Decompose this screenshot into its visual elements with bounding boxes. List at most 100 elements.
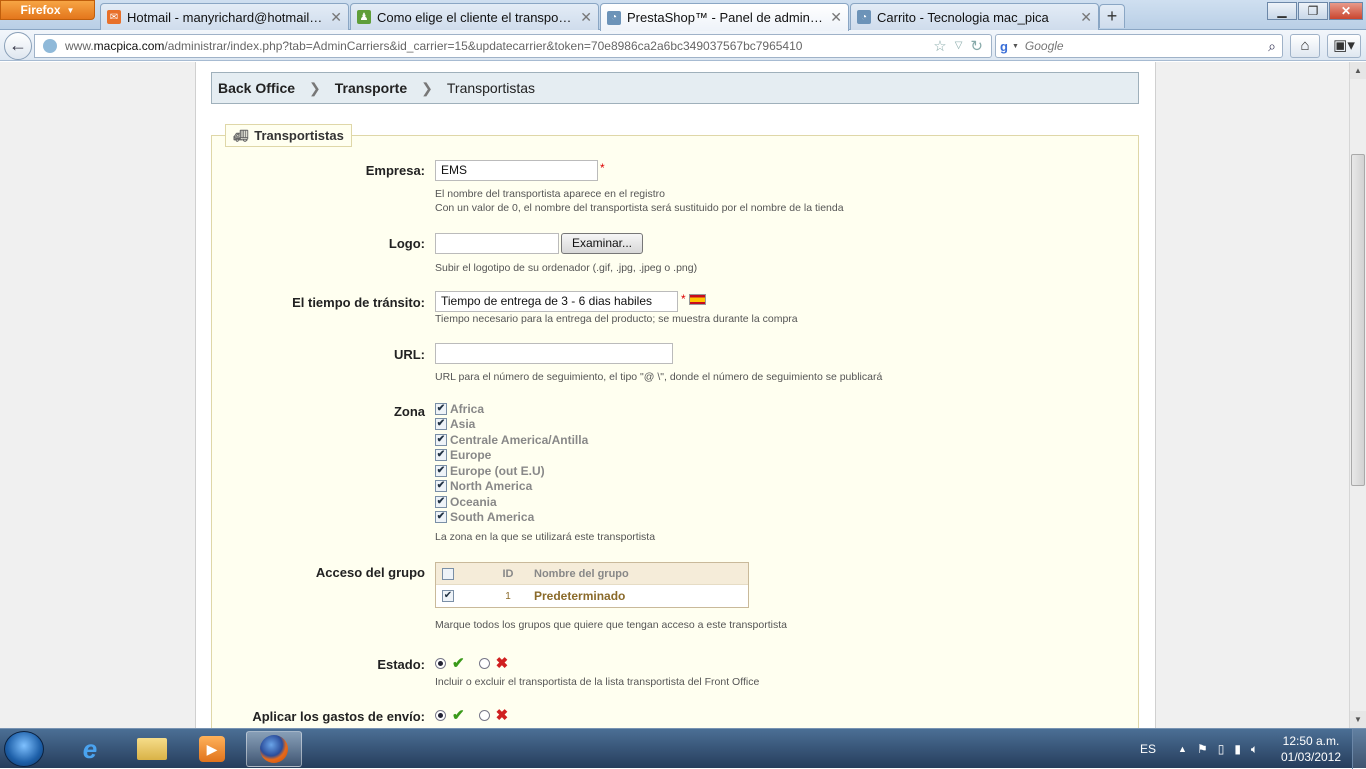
checkbox-checked[interactable]: ✔ bbox=[435, 480, 447, 492]
zone-north-america[interactable]: ✔ North America bbox=[435, 479, 532, 493]
zone-europe-out-eu[interactable]: ✔ Europe (out E.U) bbox=[435, 464, 545, 478]
checkbox-checked[interactable]: ✔ bbox=[435, 465, 447, 477]
url-host: macpica.com bbox=[93, 39, 165, 53]
select-all-checkbox[interactable] bbox=[442, 567, 454, 580]
folder-icon bbox=[137, 738, 167, 760]
taskbar-explorer[interactable] bbox=[124, 731, 180, 767]
start-button[interactable] bbox=[4, 731, 44, 767]
tracking-url-input[interactable] bbox=[435, 343, 673, 364]
close-icon[interactable]: ✕ bbox=[580, 9, 592, 26]
chevron-down-icon: ▼ bbox=[66, 5, 75, 15]
taskbar-media-player[interactable]: ▶ bbox=[184, 731, 240, 767]
estado-enabled-radio[interactable] bbox=[435, 657, 446, 669]
group-checkbox[interactable]: ✔ bbox=[442, 590, 454, 602]
shipping-fees-no-radio[interactable] bbox=[478, 709, 490, 721]
zone-label: Centrale America/Antilla bbox=[450, 433, 589, 447]
zone-label: North America bbox=[450, 479, 533, 493]
google-search-engine-icon[interactable]: g bbox=[1000, 39, 1008, 54]
tab-title: PrestaShop™ - Panel de administración bbox=[627, 10, 824, 25]
fieldset-legend: 🚚︎ Transportistas bbox=[225, 124, 352, 147]
zone-asia[interactable]: ✔ Asia bbox=[435, 417, 475, 431]
cart-icon: ◔ bbox=[857, 10, 871, 24]
close-window-button[interactable]: ✕ bbox=[1329, 2, 1363, 20]
tab-hotmail[interactable]: ✉ Hotmail - manyrichard@hotmail.com ✕ bbox=[100, 3, 349, 30]
back-button[interactable]: ← bbox=[4, 32, 32, 60]
clock-date: 01/03/2012 bbox=[1280, 750, 1342, 764]
language-indicator[interactable]: ES bbox=[1140, 742, 1156, 756]
estado-label: Estado: bbox=[377, 657, 425, 672]
minimize-button[interactable]: ▁ bbox=[1267, 2, 1297, 20]
checkbox-checked[interactable]: ✔ bbox=[435, 496, 447, 508]
close-icon[interactable]: ✕ bbox=[830, 9, 842, 26]
firefox-menu-label: Firefox bbox=[20, 3, 61, 17]
browse-file-button[interactable]: Examinar... bbox=[561, 233, 643, 254]
required-marker: * bbox=[600, 161, 605, 175]
chevron-down-icon[interactable]: ▼ bbox=[1012, 43, 1019, 50]
breadcrumb-back-office[interactable]: Back Office bbox=[218, 80, 295, 96]
empresa-input[interactable]: EMS bbox=[435, 160, 598, 181]
chevron-right-icon: ❯ bbox=[309, 79, 321, 96]
carrier-form-fieldset bbox=[211, 135, 1139, 728]
breadcrumb-transporte[interactable]: Transporte bbox=[335, 80, 407, 96]
reload-icon[interactable]: ↻ bbox=[970, 37, 983, 55]
url-bar[interactable]: www.macpica.com/administrar/index.php?ta… bbox=[34, 34, 992, 58]
new-tab-button[interactable]: + bbox=[1099, 4, 1125, 28]
show-hidden-icons-icon[interactable]: ▲ bbox=[1178, 744, 1187, 754]
checkbox-checked[interactable]: ✔ bbox=[435, 511, 447, 523]
spain-flag-icon[interactable] bbox=[689, 294, 706, 305]
tab-carrito[interactable]: ◔ Carrito - Tecnologia mac_pica ✕ bbox=[850, 3, 1099, 30]
shipping-fees-radio-group: ✔ ✖ bbox=[435, 706, 508, 724]
logo-file-input[interactable] bbox=[435, 233, 559, 254]
power-icon[interactable]: ▯ bbox=[1218, 742, 1225, 756]
truck-icon: 🚚︎ bbox=[233, 128, 249, 143]
scroll-down-arrow-icon[interactable]: ▼ bbox=[1350, 711, 1366, 728]
show-desktop-button[interactable] bbox=[1352, 729, 1366, 769]
network-icon[interactable]: ▮ bbox=[1234, 742, 1241, 756]
clock[interactable]: 12:50 a.m. 01/03/2012 bbox=[1279, 733, 1343, 765]
checkbox-checked[interactable]: ✔ bbox=[435, 403, 447, 415]
scroll-up-arrow-icon[interactable]: ▲ bbox=[1350, 62, 1366, 79]
url-help: URL para el número de seguimiento, el ti… bbox=[435, 371, 883, 383]
bookmarks-menu-button[interactable]: ▣▾ bbox=[1327, 34, 1361, 58]
zone-centrale-america[interactable]: ✔ Centrale America/Antilla bbox=[435, 433, 588, 447]
scrollbar-thumb[interactable] bbox=[1351, 154, 1365, 486]
cross-icon: ✖ bbox=[495, 707, 509, 724]
shipping-fees-yes-radio[interactable] bbox=[435, 709, 446, 721]
firefox-menu-button[interactable]: Firefox ▼ bbox=[0, 0, 95, 20]
url-prefix: www. bbox=[65, 39, 94, 53]
group-name: Predeterminado bbox=[534, 589, 626, 603]
restore-button[interactable]: ❐ bbox=[1298, 2, 1328, 20]
estado-help: Incluir o excluir el transportista de la… bbox=[435, 676, 760, 688]
checkbox-checked[interactable]: ✔ bbox=[435, 449, 447, 461]
check-icon: ✔ bbox=[452, 655, 465, 672]
mail-icon: ✉ bbox=[107, 10, 121, 24]
search-icon[interactable]: ⌕ bbox=[1268, 38, 1282, 55]
close-icon[interactable]: ✕ bbox=[1080, 9, 1092, 26]
checkbox-checked[interactable]: ✔ bbox=[435, 418, 447, 430]
volume-icon[interactable]: 🔈︎ bbox=[1251, 742, 1258, 757]
zone-africa[interactable]: ✔ Africa bbox=[435, 402, 484, 416]
close-icon[interactable]: ✕ bbox=[330, 9, 342, 26]
tab-prestashop-admin[interactable]: ◔ PrestaShop™ - Panel de administración … bbox=[600, 3, 849, 31]
taskbar-internet-explorer[interactable]: e bbox=[62, 731, 118, 767]
breadcrumb-transportistas: Transportistas bbox=[446, 80, 536, 96]
back-arrow-icon: ← bbox=[9, 35, 27, 55]
action-center-flag-icon[interactable]: ⚑ bbox=[1197, 742, 1208, 756]
site-identity-icon[interactable] bbox=[43, 39, 57, 53]
home-button[interactable]: ⌂ bbox=[1290, 34, 1320, 58]
estado-disabled-radio[interactable] bbox=[478, 657, 490, 669]
zone-europe[interactable]: ✔ Europe bbox=[435, 448, 491, 462]
media-player-icon: ▶ bbox=[199, 736, 225, 762]
zone-oceania[interactable]: ✔ Oceania bbox=[435, 495, 497, 509]
vertical-scrollbar[interactable]: ▲ ▼ bbox=[1349, 62, 1366, 728]
search-bar[interactable]: g ▼ Google ⌕ bbox=[995, 34, 1283, 58]
bookmark-star-icon[interactable]: ☆ bbox=[933, 37, 946, 55]
checkbox-checked[interactable]: ✔ bbox=[435, 434, 447, 446]
transit-time-input[interactable]: Tiempo de entrega de 3 - 6 dias habiles bbox=[435, 291, 678, 312]
zona-label: Zona bbox=[393, 404, 425, 419]
tab-forum[interactable]: ♟ Como elige el cliente el transporte? -… bbox=[350, 3, 599, 30]
taskbar-firefox[interactable] bbox=[246, 731, 302, 767]
dropdown-arrow-icon[interactable]: ▽ bbox=[955, 37, 963, 55]
zone-south-america[interactable]: ✔ South America bbox=[435, 510, 534, 524]
table-header: ID Nombre del grupo bbox=[436, 563, 748, 585]
